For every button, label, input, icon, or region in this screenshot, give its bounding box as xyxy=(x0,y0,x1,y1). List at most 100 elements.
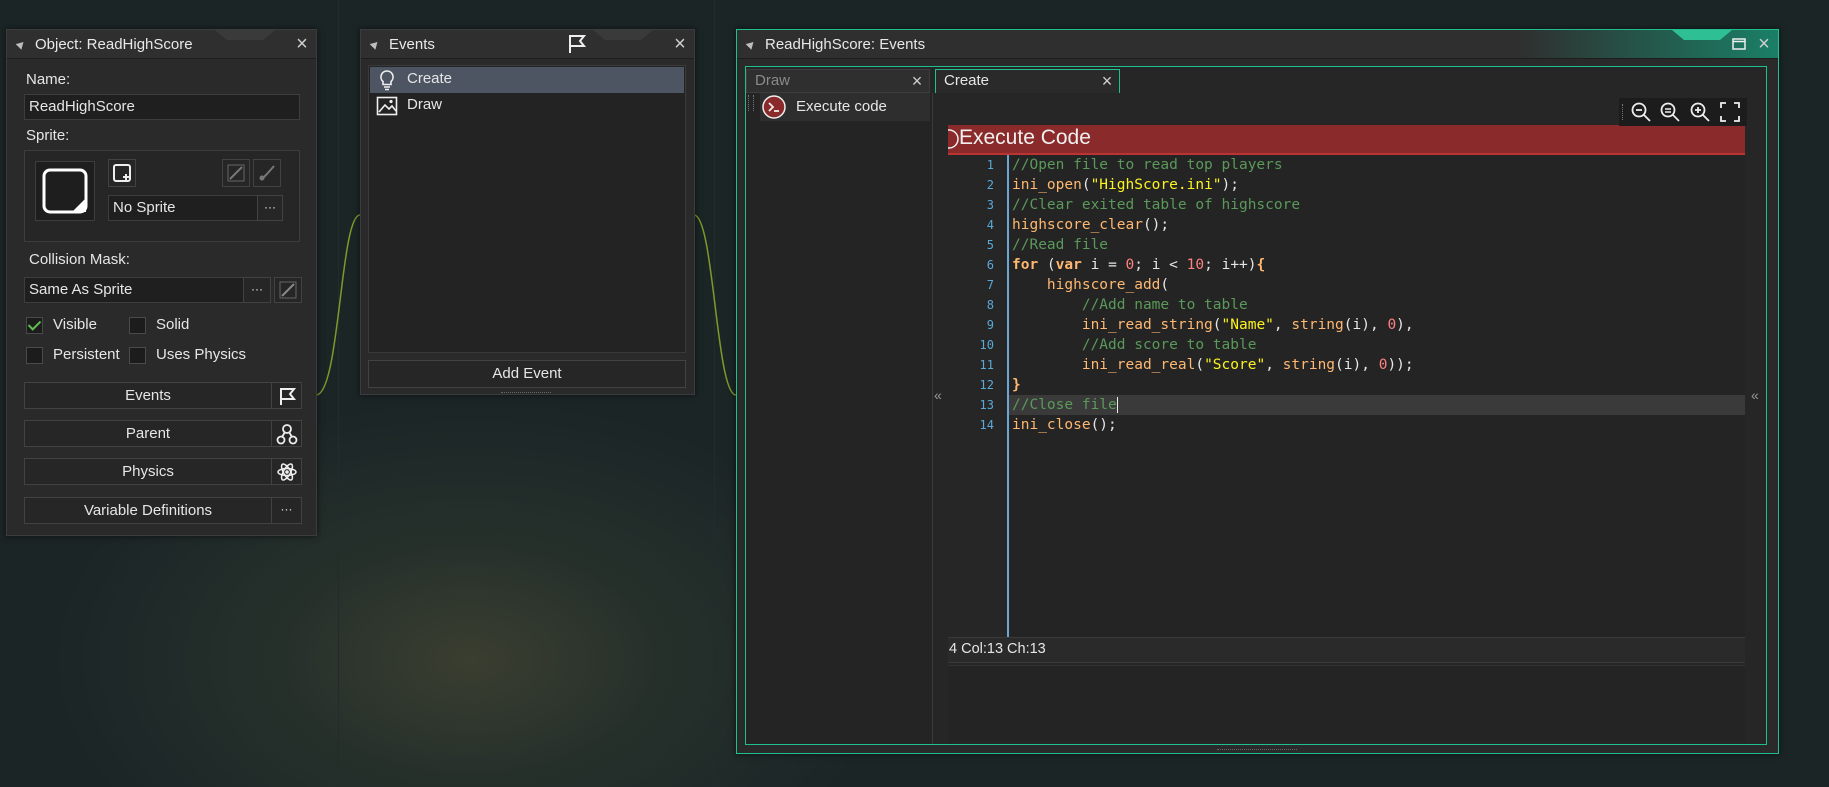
code-token: ( xyxy=(1195,357,1205,373)
image-icon xyxy=(376,96,398,116)
code-token: "Score" xyxy=(1204,357,1266,373)
object-panel-header[interactable]: Object: ReadHighScore × xyxy=(7,30,316,59)
atom-icon xyxy=(276,462,297,481)
code-token: highscore_clear xyxy=(1012,217,1143,233)
tab-label: Create xyxy=(944,72,990,89)
zoom-toolbar xyxy=(1619,98,1747,126)
code-line[interactable]: ini_read_string("Name", string(i), 0), xyxy=(1012,315,1414,335)
code-line[interactable]: ini_read_real("Score", string(i), 0)); xyxy=(1012,355,1414,375)
collapse-right-icon[interactable]: « xyxy=(1751,387,1759,403)
maximize-icon[interactable] xyxy=(1732,38,1746,50)
parent-button[interactable]: Parent xyxy=(24,420,272,447)
code-token: ini_read_string xyxy=(1081,317,1213,333)
code-token: var xyxy=(1055,257,1082,273)
code-line[interactable]: highscore_add( xyxy=(1012,275,1169,295)
variable-definitions-more-button[interactable]: ··· xyxy=(271,497,302,524)
code-line[interactable]: highscore_clear(); xyxy=(1012,215,1169,235)
zoom-in-icon[interactable] xyxy=(1689,101,1711,123)
code-line[interactable]: ini_open("HighScore.ini"); xyxy=(1012,175,1239,195)
code-token: { xyxy=(1256,257,1266,273)
sprite-preview[interactable] xyxy=(35,161,95,221)
code-line[interactable]: //Clear exited table of highscore xyxy=(1012,195,1300,215)
code-token: (i), xyxy=(1343,317,1388,333)
collision-mask-browse-button[interactable]: ··· xyxy=(243,277,271,303)
events-panel-header[interactable]: Events × xyxy=(361,30,694,59)
drag-handle[interactable] xyxy=(748,95,754,111)
code-token: string xyxy=(1291,317,1344,333)
line-number: 13 xyxy=(979,398,994,412)
collapse-icon[interactable] xyxy=(745,39,757,50)
persistent-checkbox[interactable] xyxy=(26,347,43,364)
edit-sprite-button[interactable] xyxy=(222,159,250,187)
paint-sprite-button[interactable] xyxy=(253,159,281,187)
visible-label: Visible xyxy=(53,316,97,333)
brush-icon xyxy=(227,164,245,182)
empty-sprite-icon xyxy=(42,168,88,214)
code-token: string xyxy=(1282,357,1336,373)
close-icon[interactable]: × xyxy=(907,71,927,91)
code-token: )); xyxy=(1387,357,1414,373)
close-icon[interactable]: × xyxy=(1754,34,1774,54)
resize-grip[interactable] xyxy=(1217,749,1297,752)
collision-mask-select[interactable]: Same As Sprite xyxy=(24,277,244,303)
drag-handle[interactable] xyxy=(1622,104,1626,120)
action-item[interactable]: Execute code xyxy=(760,93,930,121)
list-item[interactable]: Create xyxy=(370,67,684,93)
list-item[interactable]: Draw xyxy=(370,93,684,119)
zoom-out-icon[interactable] xyxy=(1630,101,1652,123)
close-icon[interactable]: × xyxy=(1097,71,1117,91)
text-caret xyxy=(1116,397,1118,413)
new-sprite-button[interactable] xyxy=(108,159,136,187)
code-token: //Add name to table xyxy=(1081,297,1248,313)
code-token: ; i++) xyxy=(1204,257,1257,273)
add-event-button[interactable]: Add Event xyxy=(368,360,686,388)
flag-icon[interactable] xyxy=(566,33,588,55)
physics-icon-button[interactable] xyxy=(271,458,302,485)
variable-definitions-button[interactable]: Variable Definitions xyxy=(24,497,272,524)
event-label: Draw xyxy=(407,96,443,113)
tab-label: Draw xyxy=(755,72,791,89)
new-sprite-icon xyxy=(113,164,131,182)
code-token: (); xyxy=(1142,217,1170,233)
code-panel-header[interactable]: ReadHighScore: Events × xyxy=(737,30,1778,59)
collapse-icon[interactable] xyxy=(369,39,381,50)
line-number: 11 xyxy=(979,358,994,372)
code-token: "Name" xyxy=(1221,317,1274,333)
code-token: ), xyxy=(1396,317,1414,333)
physics-button[interactable]: Physics xyxy=(24,458,272,485)
collapse-left-icon[interactable]: « xyxy=(934,387,942,403)
parent-icon-button[interactable] xyxy=(271,420,302,447)
tab-create[interactable]: Create × xyxy=(935,69,1120,93)
zoom-reset-icon[interactable] xyxy=(1659,101,1681,123)
fullscreen-icon[interactable] xyxy=(1719,101,1741,123)
visible-checkbox[interactable] xyxy=(26,317,43,334)
code-token: //Open file to read top players xyxy=(1012,157,1283,173)
code-line[interactable]: ini_close(); xyxy=(1012,415,1117,435)
brush-icon xyxy=(279,281,297,299)
collapse-icon[interactable] xyxy=(15,39,27,50)
uses-physics-checkbox[interactable] xyxy=(129,347,146,364)
sprite-browse-button[interactable]: ··· xyxy=(257,195,283,221)
code-line[interactable]: //Read file xyxy=(1012,235,1108,255)
events-flag-button[interactable] xyxy=(271,382,302,409)
line-number: 7 xyxy=(986,278,994,292)
close-icon[interactable]: × xyxy=(292,34,312,54)
code-line[interactable]: //Open file to read top players xyxy=(1012,155,1283,175)
code-line[interactable]: //Close file xyxy=(1012,395,1118,415)
close-icon[interactable]: × xyxy=(670,34,690,54)
collision-mask-edit-button[interactable] xyxy=(274,277,302,303)
sprite-select[interactable]: No Sprite xyxy=(108,195,258,221)
code-line[interactable]: } xyxy=(1012,375,1021,395)
code-line[interactable]: //Add name to table xyxy=(1012,295,1248,315)
code-token: , xyxy=(1273,317,1292,333)
code-line[interactable]: //Add score to table xyxy=(1012,335,1257,355)
tab-draw[interactable]: Draw × xyxy=(746,69,930,93)
line-number: 4 xyxy=(986,218,994,232)
solid-checkbox[interactable] xyxy=(129,317,146,334)
resize-grip[interactable] xyxy=(501,392,551,395)
code-line[interactable]: for (var i = 0; i < 10; i++){ xyxy=(1012,255,1265,275)
object-name-input[interactable]: ReadHighScore xyxy=(24,94,300,120)
events-button[interactable]: Events xyxy=(24,382,272,409)
header-notch xyxy=(593,30,653,40)
code-container: Execute Code 1 //Open file to read top pl… xyxy=(948,125,1745,637)
